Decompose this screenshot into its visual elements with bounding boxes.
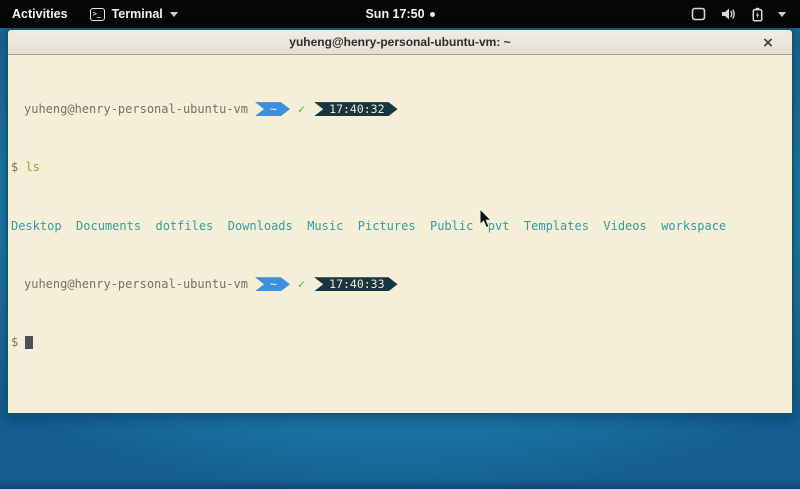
command-text: ls [25, 160, 39, 175]
prompt-symbol: $ [11, 335, 18, 350]
window-title-bar[interactable]: yuheng@henry-personal-ubuntu-vm: ~ × [8, 30, 792, 55]
prompt-status-check-icon: ✓ [298, 102, 305, 117]
terminal-text-cursor [25, 336, 33, 349]
prompt-user: yuheng@henry-personal-ubuntu-vm [11, 102, 248, 117]
prompt-cwd-segment: ~ [255, 102, 290, 116]
clock-label: Sun 17:50 [365, 7, 424, 21]
prompt-time-segment: 17:40:32 [314, 102, 397, 116]
directory-name: Music [307, 219, 343, 234]
terminal-app-icon: >_ [90, 8, 105, 21]
directory-name: workspace [661, 219, 726, 234]
volume-icon [721, 7, 737, 21]
prompt-user: yuheng@henry-personal-ubuntu-vm [11, 277, 248, 292]
terminal-content[interactable]: yuheng@henry-personal-ubuntu-vm ~ ✓ 17:4… [8, 55, 792, 413]
directory-name: Downloads [228, 219, 293, 234]
directory-name: pvt [488, 219, 510, 234]
prompt-cwd-segment: ~ [255, 277, 290, 291]
directory-name: Desktop [11, 219, 62, 234]
prompt-cwd: ~ [270, 102, 277, 117]
activities-label: Activities [12, 7, 68, 21]
activities-button[interactable]: Activities [0, 0, 80, 28]
desktop[interactable]: Activities >_ Terminal Sun 17:50 [0, 0, 800, 489]
ls-output-line: Desktop Documents dotfiles Downloads Mus… [11, 219, 790, 234]
directory-name: Videos [603, 219, 646, 234]
system-tray[interactable] [677, 0, 800, 28]
terminal-window: yuheng@henry-personal-ubuntu-vm: ~ × yuh… [6, 28, 794, 415]
caret-down-icon [778, 12, 786, 17]
directory-name: Pictures [358, 219, 416, 234]
screen-icon [691, 7, 706, 21]
prompt-time-segment: 17:40:33 [314, 277, 397, 291]
directory-name: Documents [76, 219, 141, 234]
prompt-line: yuheng@henry-personal-ubuntu-vm ~ ✓ 17:4… [11, 102, 790, 117]
command-line: $ ls [11, 160, 790, 175]
app-menu-label: Terminal [112, 7, 163, 21]
notification-dot [430, 12, 435, 17]
close-button[interactable]: × [758, 30, 778, 55]
prompt-cwd: ~ [270, 277, 277, 292]
prompt-time: 17:40:32 [329, 102, 384, 117]
clock-button[interactable]: Sun 17:50 [357, 0, 442, 28]
gnome-top-bar: Activities >_ Terminal Sun 17:50 [0, 0, 800, 28]
app-menu-terminal[interactable]: >_ Terminal [80, 0, 188, 28]
chevron-down-icon [170, 12, 178, 17]
battery-charging-icon [752, 7, 763, 22]
directory-name: Templates [524, 219, 589, 234]
directory-name: Public [430, 219, 473, 234]
prompt-symbol: $ [11, 160, 18, 175]
prompt-line: yuheng@henry-personal-ubuntu-vm ~ ✓ 17:4… [11, 277, 790, 292]
prompt-status-check-icon: ✓ [298, 277, 305, 292]
window-title: yuheng@henry-personal-ubuntu-vm: ~ [8, 35, 792, 49]
input-line[interactable]: $ [11, 335, 790, 350]
directory-name: dotfiles [155, 219, 213, 234]
prompt-time: 17:40:33 [329, 277, 384, 292]
